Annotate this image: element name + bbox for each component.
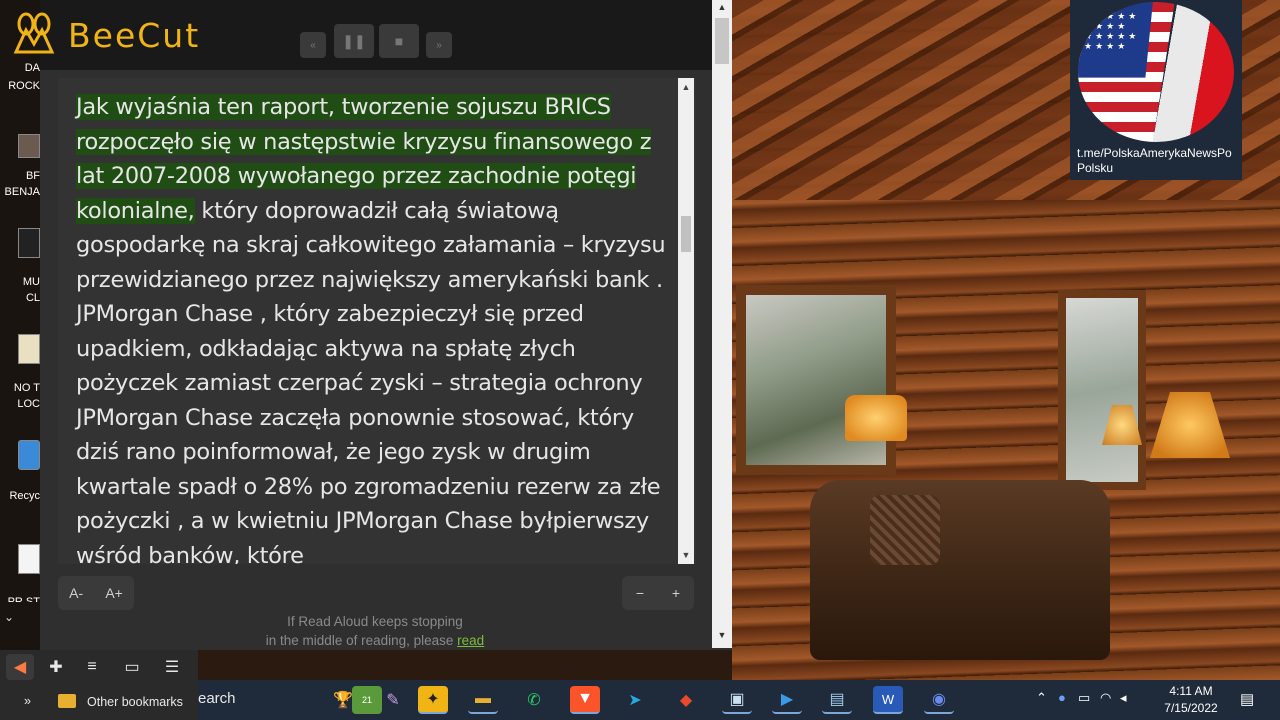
help-note: If Read Aloud keeps stopping in the midd… [190,612,560,650]
menu-icon[interactable]: ☰ [158,654,186,680]
fast-forward-icon: » [436,39,442,51]
pause-icon: ❚❚ [342,32,366,49]
desktop-item-label[interactable]: NO T [2,382,40,395]
image-viewer-icon[interactable]: ▣ [722,686,752,714]
folder-icon [58,694,76,708]
notepad-icon[interactable]: ▤ [822,686,852,714]
text-scrollbar[interactable]: ▲ ▼ [678,78,694,564]
bookmarks-overflow-chevron[interactable]: » [24,694,31,708]
forward-button[interactable]: » [426,32,452,58]
speed-controls: − + [622,576,694,610]
recycle-bin-icon[interactable] [18,440,40,470]
word-icon[interactable]: W [873,686,903,714]
speed-decrease-button[interactable]: − [636,585,644,601]
file-icon[interactable] [18,228,40,258]
video-player-icon[interactable]: ▶ [772,686,802,714]
scroll-up-icon[interactable]: ▲ [681,82,691,92]
scrollbar-thumb[interactable] [715,18,729,64]
desktop-item-label[interactable]: MU [2,276,40,289]
battery-icon[interactable]: ▭ [1078,690,1090,706]
clock-time: 4:11 AM [1169,684,1213,698]
notification-icon[interactable]: ▤ [1240,690,1254,708]
rewind-icon: « [310,39,316,51]
megaphone-icon[interactable]: ◀ [6,654,34,680]
desktop-item-label[interactable]: PR ST [2,596,40,602]
desktop-item-label[interactable]: Recyc [2,490,40,503]
file-icon[interactable] [18,134,40,158]
taskbar-clock[interactable]: 4:11 AM 7/15/2022 [1150,683,1232,717]
read-aloud-window: BeeCut « ❚❚ ■ » Jak wyjaśnia ten raport,… [13,0,732,650]
remaining-text: który doprowadził całą światową gospodar… [76,197,666,565]
flag-widget[interactable]: ★★★★★ ★★★★ ★★★★★ ★★★★ t.me/PolskaAmeryka… [1070,0,1242,180]
stop-icon: ■ [394,33,404,49]
stop-button[interactable]: ■ [379,24,419,58]
media-app-icon[interactable]: ◆ [671,686,701,714]
taskbar-search-box[interactable]: earch [198,690,236,707]
pen-icon[interactable]: ✎ [378,686,408,714]
chevron-up-icon[interactable]: ⌃ [1036,690,1047,706]
clock-date: 7/15/2022 [1164,701,1218,715]
read-link[interactable]: read [457,633,484,648]
brave-browser-icon[interactable]: ▼ [570,686,600,714]
rewind-button[interactable]: « [300,32,326,58]
desktop-item-label[interactable]: CL [2,292,40,305]
beecut-taskbar-icon[interactable]: ✦ [418,686,448,714]
bookmarks-bar: » Other bookmarks [0,684,198,720]
desktop-item-label[interactable]: DA [2,62,40,75]
file-icon[interactable] [18,544,40,574]
wallet-icon[interactable]: ▭ [118,654,146,680]
scrollbar-thumb[interactable] [681,216,691,252]
reading-text: Jak wyjaśnia ten raport, tworzenie sojus… [76,90,676,564]
wifi-icon[interactable]: ◠ [1100,690,1111,706]
extensions-puzzle-icon[interactable]: ✚ [42,654,70,680]
pause-button[interactable]: ❚❚ [334,24,374,58]
app-circle-icon[interactable]: ◉ [924,686,954,714]
wallpaper-window [1058,290,1146,490]
scroll-up-icon[interactable]: ▲ [716,2,728,12]
widget-caption: t.me/PolskaAmerykaNewsPo Polsku [1077,146,1232,175]
app-name: BeeCut [68,15,201,55]
scroll-down-icon[interactable]: ▼ [681,550,691,560]
stars-icon: ★★★★★ ★★★★ ★★★★★ ★★★★ [1084,12,1140,52]
screen: ★★★★★ ★★★★ ★★★★★ ★★★★ t.me/PolskaAmeryka… [0,0,1280,720]
help-note-line: in the middle of reading, please [265,633,454,648]
wallpaper-lamp [845,395,907,441]
font-increase-button[interactable]: A+ [105,585,123,601]
scroll-down-icon[interactable]: ▼ [716,630,728,640]
font-size-controls: A- A+ [58,576,134,610]
desktop-item-label[interactable]: BF [2,170,40,183]
flag-icon: ★★★★★ ★★★★ ★★★★★ ★★★★ [1078,2,1234,142]
telegram-icon[interactable]: ➤ [620,686,650,714]
reading-text-panel[interactable]: Jak wyjaśnia ten raport, tworzenie sojus… [58,78,696,564]
chevron-down-icon[interactable]: ⌄ [4,610,14,624]
desktop-item-label[interactable]: ROCK [2,80,40,93]
whatsapp-icon[interactable]: ✆ [519,686,549,714]
other-bookmarks-folder[interactable]: Other bookmarks [87,695,183,709]
desktop-icons-strip: DA ROCK BF BENJA MU CL NO T LOC Recyc PR… [0,0,40,650]
font-decrease-button[interactable]: A- [69,585,83,601]
speed-increase-button[interactable]: + [672,585,680,601]
window-scrollbar[interactable]: ▲ ▼ [712,0,732,648]
desktop-item-label[interactable]: BENJA [2,186,40,199]
beecut-logo: BeeCut [8,10,200,60]
wallpaper-cushion [870,495,940,565]
desktop-item-label[interactable]: LOC [2,398,40,411]
wallpaper-sofa [810,480,1110,660]
file-icon[interactable] [18,334,40,364]
speaker-icon[interactable]: ◂ [1120,690,1127,706]
help-note-line: If Read Aloud keeps stopping [287,614,463,629]
wallpaper-window [736,285,896,475]
playlist-icon[interactable]: ≡ [78,654,106,680]
bee-icon [8,12,60,58]
file-explorer-icon[interactable]: ▬ [468,686,498,714]
bluetooth-icon[interactable]: ● [1058,690,1066,705]
